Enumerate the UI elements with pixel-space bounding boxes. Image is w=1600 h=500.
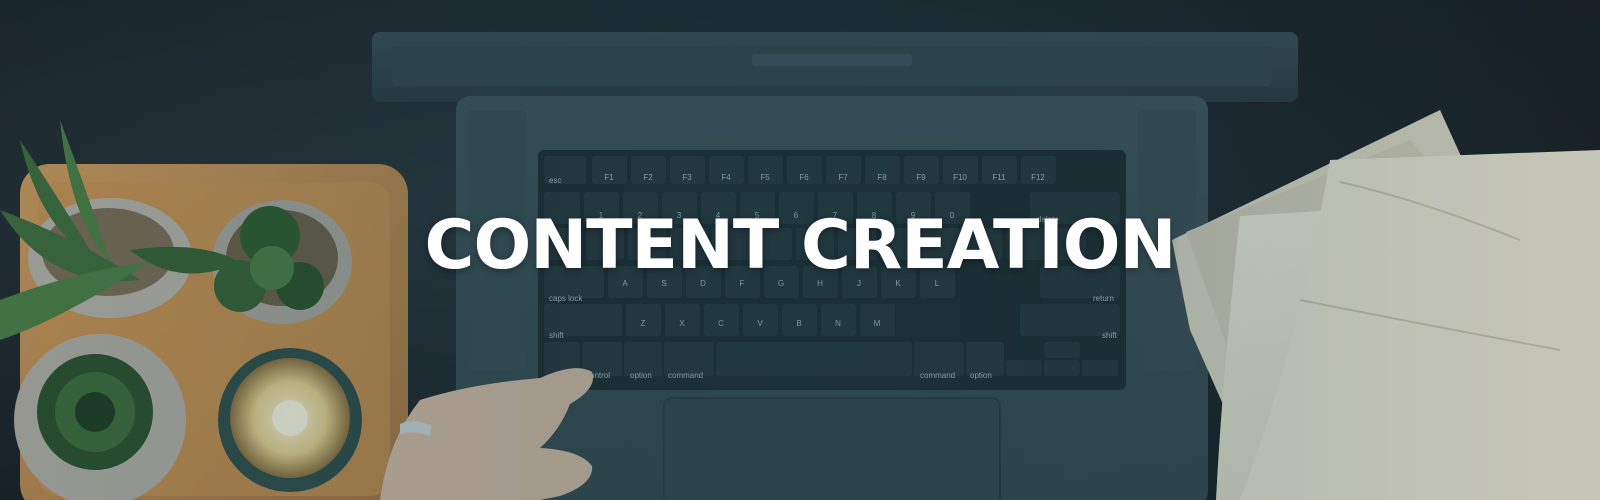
key-option-right: option xyxy=(970,371,992,380)
key-b: B xyxy=(796,319,801,328)
key-f11: F11 xyxy=(992,173,1006,182)
key-caps-lock: caps lock xyxy=(549,294,583,303)
key-v: V xyxy=(757,319,763,328)
key-f9: F9 xyxy=(916,173,926,182)
hero-banner: F1 F2 F3 F4 F5 F6 F7 F8 F9 F10 F11 F12 1 2 3 4 5 6 7 8 9 0 A S D… xyxy=(0,0,1600,500)
key-cap-arrow-down xyxy=(1044,360,1080,376)
key-cap-arrow-up xyxy=(1044,342,1080,358)
key-option-left: option xyxy=(630,371,652,380)
key-shift-right: shift xyxy=(1102,331,1117,340)
key-f3: F3 xyxy=(682,173,692,182)
key-f6: F6 xyxy=(799,173,809,182)
key-f10: F10 xyxy=(953,173,967,182)
key-f2: F2 xyxy=(643,173,653,182)
key-command-left: command xyxy=(668,371,703,380)
key-m: M xyxy=(874,319,881,328)
key-f12: F12 xyxy=(1031,173,1045,182)
key-return: return xyxy=(1093,294,1114,303)
candle-jar xyxy=(218,348,362,492)
key-f5: F5 xyxy=(760,173,770,182)
key-z: Z xyxy=(641,319,646,328)
key-cap-space xyxy=(716,342,912,376)
key-cap-arrow-right xyxy=(1082,360,1118,376)
key-x: X xyxy=(679,319,685,328)
key-shift-left: shift xyxy=(549,331,564,340)
paper-stack xyxy=(1172,110,1600,500)
key-n: N xyxy=(835,319,841,328)
trackpad xyxy=(663,397,1001,500)
banner-headline: CONTENT CREATION xyxy=(424,206,1177,285)
laptop-screen-lid xyxy=(372,32,1298,102)
plant-tray xyxy=(0,120,408,500)
key-f4: F4 xyxy=(721,173,731,182)
key-f8: F8 xyxy=(877,173,887,182)
key-cap-arrow-left xyxy=(1006,360,1042,376)
key-esc: esc xyxy=(549,176,561,185)
key-f1: F1 xyxy=(604,173,614,182)
key-c: C xyxy=(718,319,724,328)
key-command-right: command xyxy=(920,371,955,380)
key-f7: F7 xyxy=(838,173,848,182)
